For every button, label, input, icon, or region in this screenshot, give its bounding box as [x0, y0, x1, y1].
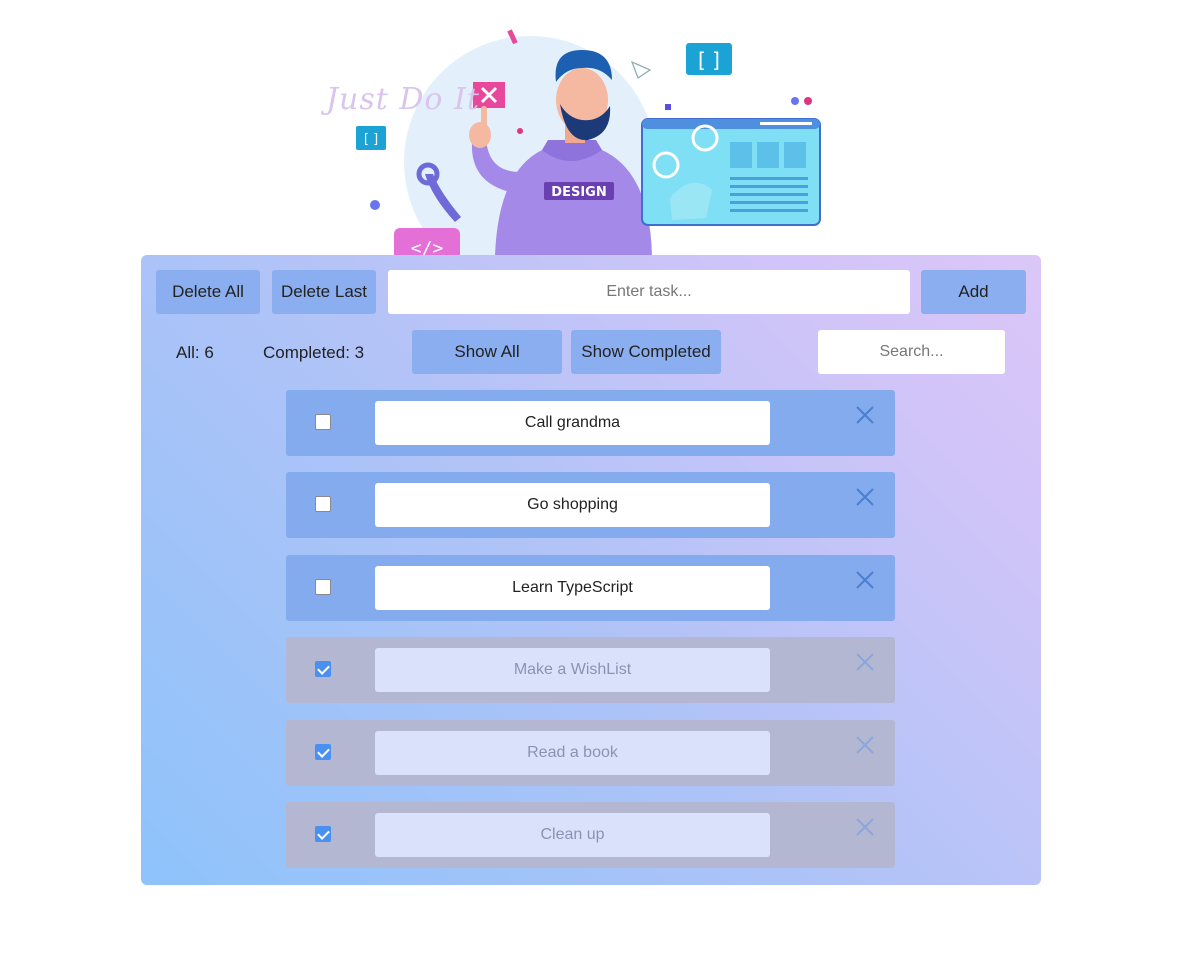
delete-task-button[interactable]: [852, 402, 878, 428]
task-text[interactable]: Clean up: [375, 813, 770, 857]
delete-task-button[interactable]: [852, 732, 878, 758]
code-brackets-icon: [ ]: [686, 43, 732, 75]
task-checkbox[interactable]: [315, 414, 331, 430]
svg-text:</>: </>: [411, 238, 444, 256]
close-icon: [856, 653, 874, 671]
delete-task-button[interactable]: [852, 567, 878, 593]
add-button[interactable]: Add: [921, 270, 1026, 314]
task-checkbox[interactable]: [315, 496, 331, 512]
task-item-completed: Read a book: [286, 720, 895, 786]
close-icon: [856, 571, 874, 589]
delete-all-button[interactable]: Delete All: [156, 270, 260, 314]
close-icon: [856, 818, 874, 836]
task-text[interactable]: Make a WishList: [375, 648, 770, 692]
task-item-completed: Make a WishList: [286, 637, 895, 703]
close-icon: [856, 488, 874, 506]
task-checkbox-checked[interactable]: [315, 744, 331, 760]
task-text[interactable]: Learn TypeScript: [375, 566, 770, 610]
delete-task-button[interactable]: [852, 484, 878, 510]
task-item: Call grandma: [286, 390, 895, 456]
code-brackets-icon: [ ]: [356, 126, 386, 150]
all-count: All: 6: [176, 343, 214, 362]
show-all-button[interactable]: Show All: [412, 330, 562, 374]
svg-text:[ ]: [ ]: [364, 132, 378, 147]
delete-task-button[interactable]: [852, 814, 878, 840]
task-input[interactable]: [388, 270, 910, 314]
search-input[interactable]: [818, 330, 1005, 374]
svg-text:[ ]: [ ]: [698, 48, 720, 72]
task-item: Learn TypeScript: [286, 555, 895, 621]
task-checkbox-checked[interactable]: [315, 826, 331, 842]
show-completed-button[interactable]: Show Completed: [571, 330, 721, 374]
close-icon: [856, 736, 874, 754]
todo-app: Delete All Delete Last Add All: 6 Comple…: [141, 255, 1041, 885]
browser-window-illustration: [641, 118, 821, 226]
task-item: Go shopping: [286, 472, 895, 538]
task-checkbox[interactable]: [315, 579, 331, 595]
hero-caption: Just Do It: [326, 82, 480, 117]
delete-last-button[interactable]: Delete Last: [272, 270, 376, 314]
close-icon: [856, 406, 874, 424]
shirt-print: DESIGN: [551, 185, 606, 200]
completed-count: Completed: 3: [263, 343, 365, 362]
task-checkbox-checked[interactable]: [315, 661, 331, 677]
developer-illustration: [ ] [ ] </> DESIGN: [356, 29, 821, 256]
hero-illustration: [ ] [ ] </> DESIGN Just Do It: [320, 22, 830, 256]
task-text[interactable]: Call grandma: [375, 401, 770, 445]
delete-task-button[interactable]: [852, 649, 878, 675]
task-item-completed: Clean up: [286, 802, 895, 868]
task-text[interactable]: Go shopping: [375, 483, 770, 527]
task-text[interactable]: Read a book: [375, 731, 770, 775]
